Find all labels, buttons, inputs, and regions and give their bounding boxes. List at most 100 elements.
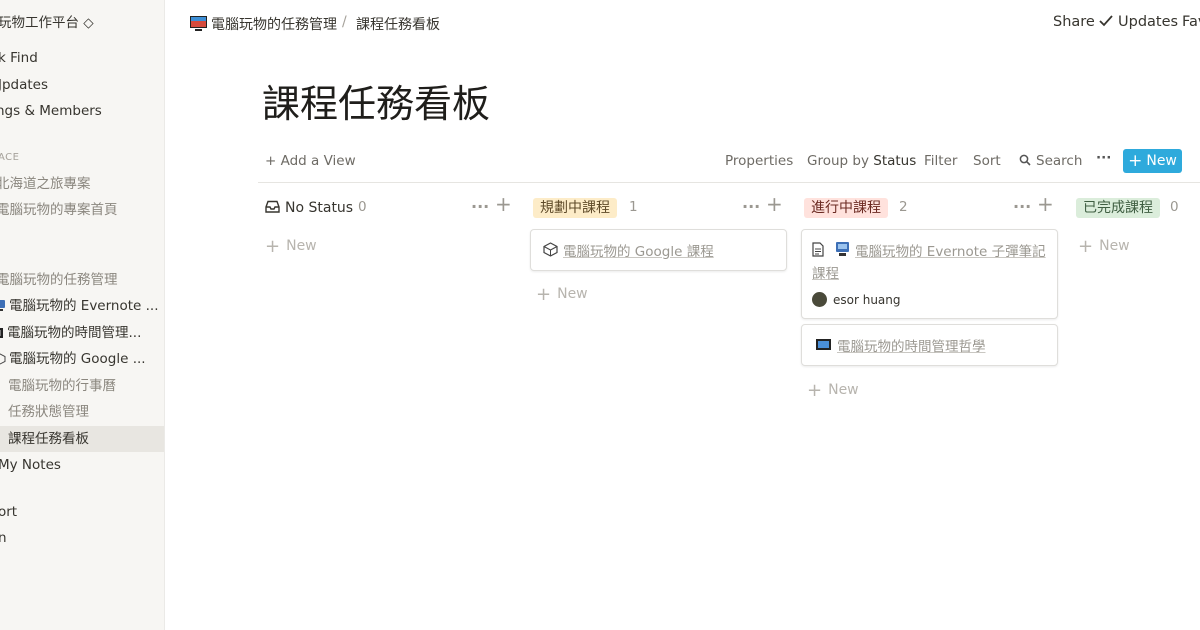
sidebar-item-label: 電腦玩物的時間管理... [7,325,142,341]
film-icon [816,339,831,350]
column-add-icon[interactable]: + [495,194,512,214]
board-card[interactable]: 電腦玩物的時間管理哲學 [801,324,1058,366]
group-by-label: Group by [807,153,869,169]
sidebar-page-status[interactable]: 任務狀態管理 [0,399,164,425]
sidebar-item-label: ngs & Members [0,103,102,119]
column-header-done[interactable]: 已完成課程 [1076,197,1160,219]
plus-icon: + [265,236,281,257]
column-count: 2 [899,199,908,215]
column-count: 0 [358,199,367,215]
column-add-icon[interactable]: + [1037,194,1054,214]
column-count: 0 [1170,199,1179,215]
status-badge: 規劃中課程 [533,198,617,218]
column-header-in-progress[interactable]: 進行中課程 [804,197,888,219]
new-label: New [557,286,588,302]
new-button-label: New [1146,153,1177,169]
plus-icon: + [1128,151,1143,171]
inbox-icon [265,200,280,213]
monitor-icon [0,300,5,311]
sidebar: 玩物工作平台 ◇ k Find Jpdates ngs & Members AC… [0,0,165,630]
page-title[interactable]: 課程任務看板 [262,80,490,128]
plus-icon: + [536,284,552,305]
sidebar-item-my-notes[interactable]: My Notes [0,452,164,478]
plus-icon: + [1078,236,1094,257]
sort-button[interactable]: Sort [973,153,1001,169]
monitor-icon [836,242,849,256]
favorite-button[interactable]: Fav [1182,14,1200,30]
sidebar-page-course-board[interactable]: 課程任務看板 [0,426,164,452]
sidebar-item-label: ort [0,504,18,520]
sidebar-item-label: 電腦玩物的專案首頁 [0,202,118,218]
cube-icon [543,242,558,257]
column-new-card[interactable]: + New [536,284,588,305]
sidebar-item-trash[interactable]: n [0,525,164,551]
breadcrumb-current[interactable]: 課程任務看板 [356,14,440,34]
filter-button[interactable]: Filter [924,153,957,169]
cube-icon [0,353,6,365]
column-new-card[interactable]: + New [807,380,859,401]
film-icon [0,328,3,338]
updates-label: Updates [1118,14,1179,30]
sidebar-item-label: n [0,525,7,551]
board-card[interactable]: 電腦玩物的 Google 課程 [530,229,787,271]
more-options-button[interactable]: ··· [1096,150,1111,166]
search-label: Search [1036,153,1083,169]
sidebar-item-label: k Find [0,50,38,66]
sidebar-item-updates[interactable]: Jpdates [0,72,164,98]
section-header: ACE [0,152,20,163]
board-card[interactable]: 電腦玩物的 Evernote 子彈筆記 課程 esor huang [801,229,1058,319]
workspace-switcher[interactable]: 玩物工作平台 ◇ [0,10,164,36]
column-count: 1 [629,199,638,215]
page-icon [812,242,824,257]
status-badge: 已完成課程 [1076,198,1160,218]
column-header-no-status[interactable]: No Status [265,197,353,219]
sidebar-page-project-home[interactable]: 電腦玩物的專案首頁 [0,197,164,223]
status-badge: 進行中課程 [804,198,888,218]
sidebar-item-label: 電腦玩物的任務管理 [0,272,118,288]
sidebar-item-label: Jpdates [0,77,49,93]
sidebar-item-label: 電腦玩物的 Google ... [9,351,146,367]
breadcrumb-separator: / [342,14,347,30]
column-more-icon[interactable]: ··· [471,199,489,215]
new-label: New [828,382,859,398]
sidebar-page-task-management[interactable]: 電腦玩物的任務管理 [0,267,164,293]
sidebar-page-hokkaido[interactable]: 北海道之旅專案 [0,171,164,197]
card-person: esor huang [833,293,901,307]
sidebar-item-import[interactable]: ort [0,499,164,525]
column-more-icon[interactable]: ··· [742,199,760,215]
updates-button[interactable]: Updates [1099,14,1178,30]
column-new-card[interactable]: + New [265,236,317,257]
new-button[interactable]: + New [1123,149,1182,173]
sidebar-page-evernote[interactable]: 電腦玩物的 Evernote ... [0,293,164,319]
sidebar-page-google[interactable]: 電腦玩物的 Google ... [0,346,164,372]
sidebar-page-time-management[interactable]: 電腦玩物的時間管理... [0,320,164,346]
card-title: 電腦玩物的 Google 課程 [563,244,714,260]
card-title: 電腦玩物的時間管理哲學 [837,339,986,355]
card-title-continued: 課程 [812,266,839,282]
sidebar-item-quick-find[interactable]: k Find [0,45,164,71]
properties-button[interactable]: Properties [725,153,793,169]
sidebar-item-label: My Notes [0,457,61,473]
avatar [812,292,827,307]
group-by-value: Status [873,153,917,169]
search-button[interactable]: Search [1019,153,1082,169]
workspace-name: 玩物工作平台 ◇ [0,15,94,31]
column-header-planning[interactable]: 規劃中課程 [533,197,617,219]
sidebar-item-settings[interactable]: ngs & Members [0,98,164,124]
column-add-icon[interactable]: + [766,194,783,214]
breadcrumb-parent[interactable]: 電腦玩物的任務管理 [211,14,337,34]
card-title: 電腦玩物的 Evernote 子彈筆記 [855,244,1046,260]
add-view-button[interactable]: + Add a View [265,153,356,169]
sidebar-item-label: 電腦玩物的行事曆 [8,378,116,394]
column-new-card[interactable]: + New [1078,236,1130,257]
search-icon [1019,154,1031,166]
new-label: New [1099,238,1130,254]
sidebar-item-label: 課程任務看板 [8,431,89,447]
new-label: New [286,238,317,254]
column-more-icon[interactable]: ··· [1013,199,1031,215]
sidebar-item-label: 電腦玩物的 Evernote ... [9,298,159,314]
share-button[interactable]: Share [1053,14,1095,30]
group-by-button[interactable]: Group by Status [807,153,916,169]
sidebar-page-calendar[interactable]: 電腦玩物的行事曆 [0,373,164,399]
toolbar-divider [258,182,1200,183]
